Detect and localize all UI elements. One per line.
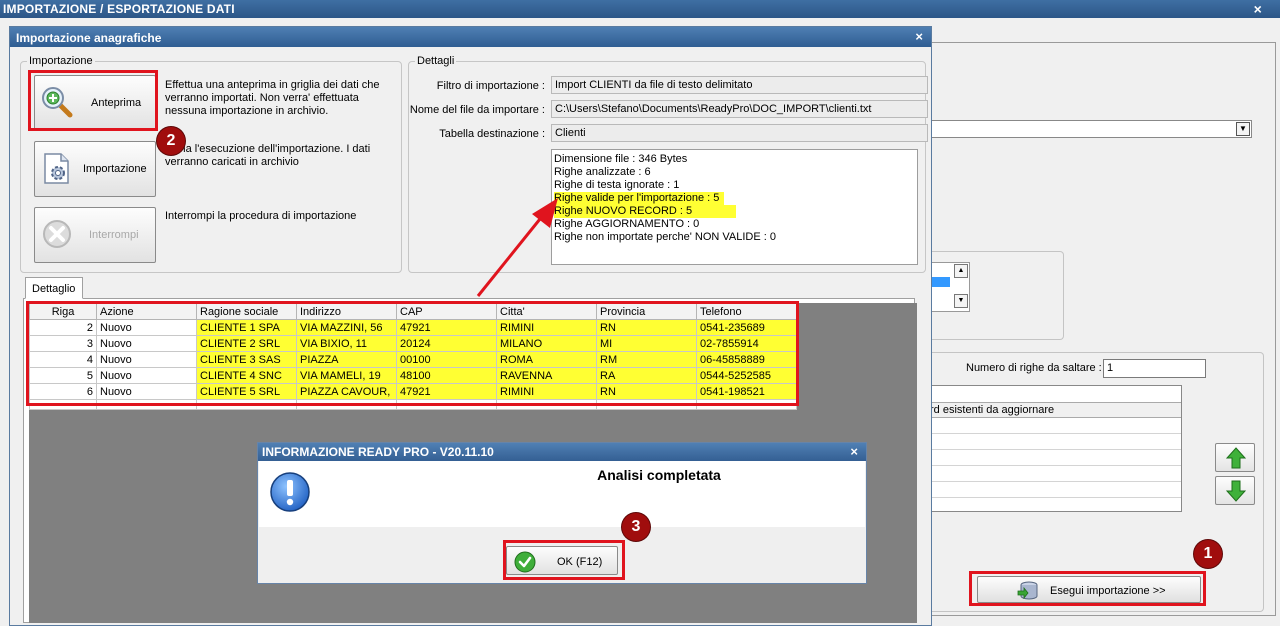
import-description: Avvia l'esecuzione dell'importazione. I … — [165, 143, 371, 168]
summary-line-highlighted: Righe valide per l'importazione : 5 — [554, 192, 725, 205]
import-dialog-title: Importazione anagrafiche — [16, 31, 162, 45]
document-gear-icon — [44, 153, 69, 184]
preview-description: Effettua una anteprima in griglia dei da… — [165, 79, 380, 117]
info-message-text: Analisi completata — [597, 467, 721, 483]
skip-rows-label: Numero di righe da saltare : — [966, 362, 1102, 374]
main-window-titlebar: IMPORTAZIONE / ESPORTAZIONE DATI × — [0, 0, 1280, 18]
tab-dettaglio[interactable]: Dettaglio — [25, 277, 83, 299]
scroll-up-icon[interactable]: ▲ — [954, 264, 968, 278]
dialog-close-icon[interactable]: × — [915, 29, 923, 44]
main-window-title: IMPORTAZIONE / ESPORTAZIONE DATI — [3, 2, 235, 16]
annotation-arrow-icon — [476, 198, 558, 297]
stop-button[interactable]: Interrompi — [34, 207, 156, 263]
annotation-box-ok — [503, 540, 625, 580]
summary-line-highlighted: Righe NUOVO RECORD : 5 — [554, 205, 737, 218]
arrow-up-icon — [1226, 447, 1246, 469]
import-button-label: Importazione — [83, 163, 147, 175]
annotation-badge-1: 1 — [1194, 540, 1222, 568]
info-message-title: INFORMAZIONE READY PRO - V20.11.10 — [262, 445, 494, 459]
filter-label: Filtro di importazione : — [436, 80, 545, 92]
table-label: Tabella destinazione : — [439, 128, 545, 140]
summary-line: Righe di testa ignorate : 1 — [554, 179, 680, 191]
main-filter-combo[interactable]: ▼ — [930, 120, 1252, 138]
annotation-badge-2: 2 — [157, 127, 185, 155]
main-close-icon[interactable]: × — [1254, 1, 1262, 17]
grid-line — [930, 433, 1181, 434]
annotation-badge-3: 3 — [622, 513, 650, 541]
skip-rows-input[interactable]: 1 — [1103, 359, 1206, 378]
arrow-down-icon — [1226, 480, 1246, 502]
scroll-down-icon[interactable]: ▼ — [954, 294, 968, 308]
summary-line: Righe analizzate : 6 — [554, 166, 651, 178]
file-label: Nome del file da importare : — [409, 104, 545, 116]
message-close-icon[interactable]: × — [850, 444, 858, 459]
update-records-grid[interactable]: rd esistenti da aggiornare — [930, 385, 1182, 512]
summary-box: Dimensione file : 346 Bytes Righe analiz… — [551, 149, 918, 265]
stop-description: Interrompi la procedura di importazione — [165, 210, 357, 222]
summary-line: Righe non importate perche' NON VALIDE :… — [554, 231, 777, 243]
grid-line — [930, 465, 1181, 466]
move-down-button[interactable] — [1215, 476, 1255, 505]
tab-strip: Dettaglio — [23, 277, 915, 299]
info-message-body: Analisi completata — [259, 461, 865, 527]
stop-button-label: Interrompi — [89, 229, 139, 241]
details-group-label: Dettagli — [415, 55, 457, 67]
summary-line: Dimensione file : 346 Bytes — [554, 153, 688, 165]
main-fields-list[interactable]: ▲ ▼ — [930, 262, 970, 312]
import-group-label: Importazione — [27, 55, 95, 67]
main-fields-list-selection — [930, 277, 950, 287]
chevron-down-icon[interactable]: ▼ — [1236, 122, 1250, 136]
import-button[interactable]: Importazione — [34, 141, 156, 197]
move-up-button[interactable] — [1215, 443, 1255, 472]
update-records-header: rd esistenti da aggiornare — [930, 402, 1181, 418]
file-field: C:\Users\Stefano\Documents\ReadyPro\DOC_… — [551, 100, 928, 118]
import-dialog-titlebar: Importazione anagrafiche × — [10, 27, 931, 47]
annotation-box-grid — [26, 301, 799, 406]
filter-field: Import CLIENTI da file di testo delimita… — [551, 76, 928, 94]
grid-line — [930, 497, 1181, 498]
grid-line — [930, 449, 1181, 450]
annotation-box-execute — [969, 571, 1206, 606]
summary-line: Righe AGGIORNAMENTO : 0 — [554, 218, 700, 230]
stop-icon — [43, 220, 71, 248]
info-message-titlebar: INFORMAZIONE READY PRO - V20.11.10 × — [258, 443, 866, 461]
table-field: Clienti — [551, 124, 928, 142]
annotation-box-preview — [28, 70, 158, 131]
